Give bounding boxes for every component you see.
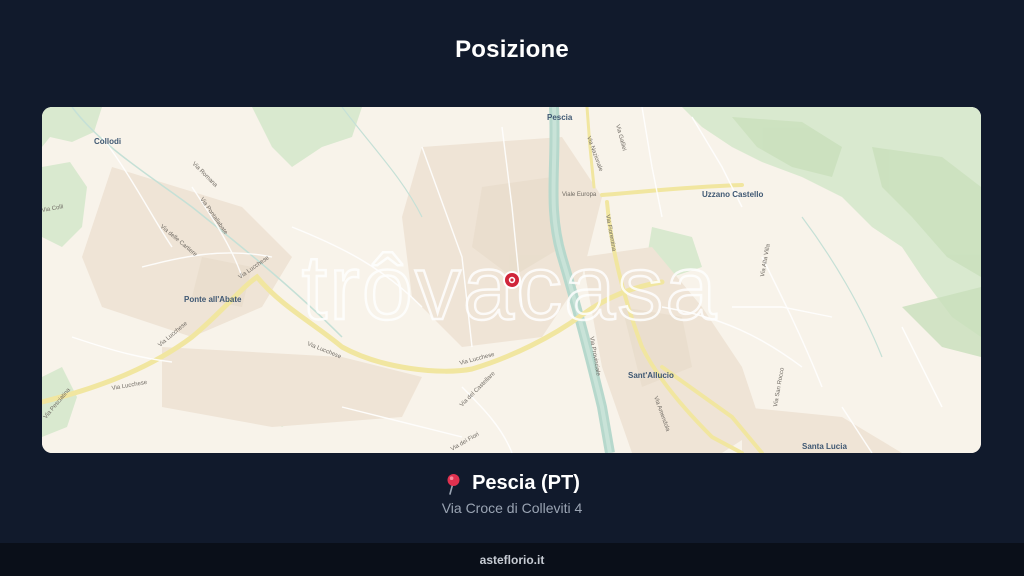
street-label: Viale Europa [562,192,597,198]
footer: asteflorio.it [0,543,1024,576]
map-canvas[interactable]: trôvacasa Collodi Pescia Uzzano Castello… [42,107,981,453]
map-label-santa-lucia: Santa Lucia [802,442,847,451]
location-marker-icon[interactable] [503,271,521,289]
page-title: Posizione [455,36,569,63]
map-label-collodi: Collodi [94,137,121,146]
location-summary: Pescia (PT) [0,472,1024,495]
map-label-pescia: Pescia [547,113,573,122]
map-label-uzzano-castello: Uzzano Castello [702,190,763,199]
map[interactable]: trôvacasa Collodi Pescia Uzzano Castello… [42,107,981,453]
map-label-sant-allucio: Sant'Allucio [628,371,674,380]
round-pushpin-icon [447,473,460,495]
location-city: Pescia (PT) [472,472,580,494]
map-label-ponte-all-abate: Ponte all'Abate [184,295,242,304]
location-address: Via Croce di Colleviti 4 [441,500,583,516]
footer-site-link[interactable]: asteflorio.it [480,553,545,567]
